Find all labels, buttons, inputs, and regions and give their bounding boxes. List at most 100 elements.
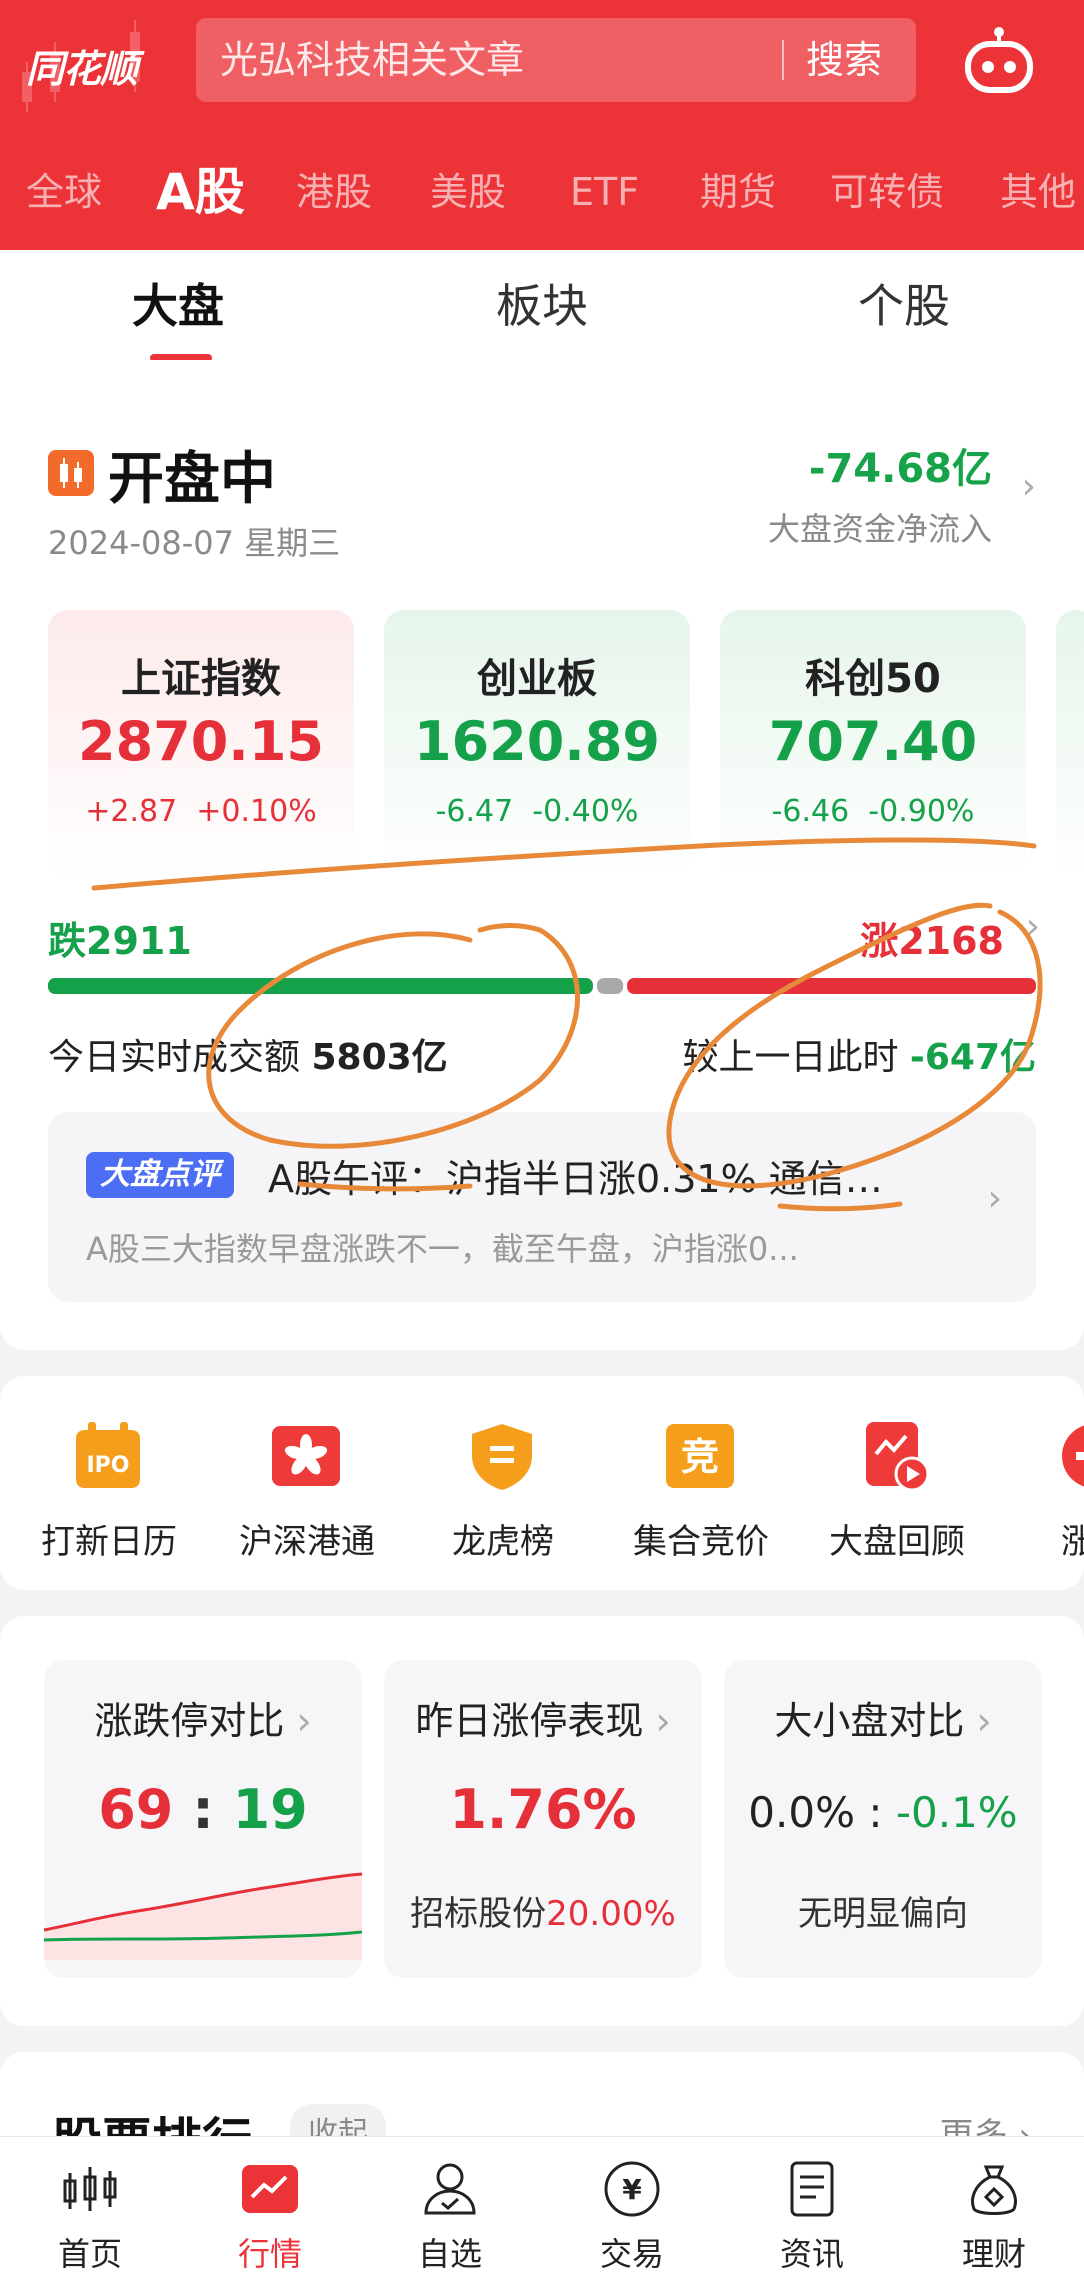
breadth-flat-segment xyxy=(596,978,624,994)
market-review-icon xyxy=(866,1422,930,1492)
size-compare-value: 0.0% : -0.1% xyxy=(748,1788,1018,1837)
tool-label: 大盘回顾 xyxy=(829,1522,965,1562)
market-date: 2024-08-07 星期三 xyxy=(48,524,341,562)
robot-assistant-icon[interactable] xyxy=(962,24,1036,98)
stat-title: 大小盘对比 › xyxy=(774,1699,992,1743)
tool-market-review[interactable]: 大盘回顾 xyxy=(802,1420,992,1570)
nav-trade[interactable]: ¥ 交易 xyxy=(572,2159,692,2279)
index-card-partial[interactable] xyxy=(1056,610,1084,880)
size-compare-card[interactable]: 大小盘对比 › 0.0% : -0.1% 无明显偏向 xyxy=(724,1660,1042,1978)
nav-news[interactable]: 资讯 xyxy=(752,2159,872,2279)
search-input[interactable]: 光弘科技相关文章 xyxy=(220,18,524,102)
nav-label: 首页 xyxy=(57,2235,122,2273)
market-comment[interactable]: 大盘点评 A股午评：沪指半日涨0.31% 通信… A股三大指数早盘涨跌不一，截至… xyxy=(48,1112,1036,1302)
market-tab-etf[interactable]: ETF xyxy=(570,152,639,232)
limit-compare-sparkline xyxy=(44,1872,362,1960)
yesterday-limit-card[interactable]: 昨日涨停表现 › 1.76% 招标股份20.00% xyxy=(384,1660,702,1978)
yesterday-limit-top-stock: 招标股份20.00% xyxy=(410,1894,676,1934)
money-bag-icon xyxy=(971,2165,1017,2215)
svg-text:¥: ¥ xyxy=(622,2173,642,2206)
nav-watchlist[interactable]: 自选 xyxy=(390,2159,510,2279)
search-bar[interactable]: 光弘科技相关文章 搜索 xyxy=(196,18,916,102)
tool-call-auction[interactable]: 竞 集合竞价 xyxy=(606,1420,796,1570)
index-card-star50[interactable]: 科创50 707.40 -6.46 -0.90% xyxy=(720,610,1026,880)
nav-label: 自选 xyxy=(417,2235,482,2273)
net-inflow-label[interactable]: 大盘资金净流入 xyxy=(768,504,992,550)
market-tab-global[interactable]: 全球 xyxy=(26,152,102,232)
index-name: 创业板 xyxy=(477,656,597,702)
nav-quotes[interactable]: 行情 xyxy=(210,2159,330,2279)
index-name: 科创50 xyxy=(805,656,941,702)
market-tab-futures[interactable]: 期货 xyxy=(700,152,776,232)
comment-badge: 大盘点评 xyxy=(86,1152,234,1198)
index-change: +2.87 +0.10% xyxy=(85,794,317,829)
document-icon xyxy=(790,2161,834,2217)
size-compare-note: 无明显偏向 xyxy=(798,1894,968,1934)
auction-icon: 竞 xyxy=(666,1424,734,1488)
nav-label: 行情 xyxy=(237,2235,302,2273)
limit-up-icon xyxy=(1062,1425,1084,1487)
shield-icon xyxy=(472,1424,532,1490)
limit-compare-value: 69 : 19 xyxy=(98,1778,308,1841)
yesterday-limit-value: 1.76% xyxy=(449,1778,637,1841)
nav-label: 理财 xyxy=(961,2235,1026,2273)
svg-text:IPO: IPO xyxy=(86,1453,129,1478)
breadth-bar xyxy=(48,978,1036,994)
chevron-right-icon[interactable]: › xyxy=(1026,906,1040,947)
market-tab-hk[interactable]: 港股 xyxy=(296,152,372,232)
turnover-compare-row: 较上一日此时 -647亿 xyxy=(682,1037,1036,1078)
search-divider xyxy=(782,40,784,80)
nav-label: 资讯 xyxy=(779,2235,844,2273)
section-tabs: 大盘 板块 个股 xyxy=(0,250,1084,362)
turnover-value: 5803亿 xyxy=(311,1037,448,1078)
tool-label: 集合竞价 xyxy=(633,1522,769,1562)
chevron-right-icon[interactable]: › xyxy=(1022,466,1036,507)
bottom-nav: 首页 行情 自选 ¥ 交易 资讯 理财 xyxy=(0,2136,1084,2290)
turnover-row: 今日实时成交额 5803亿 xyxy=(48,1037,448,1078)
ipo-calendar-icon: IPO xyxy=(76,1422,140,1488)
index-change: -6.46 -0.90% xyxy=(771,794,975,829)
tool-dragon-tiger[interactable]: 龙虎榜 xyxy=(408,1420,598,1570)
market-status: 开盘中 xyxy=(108,447,276,512)
index-card-chinext[interactable]: 创业板 1620.89 -6.47 -0.40% xyxy=(384,610,690,880)
tool-limit-up[interactable]: 涨停 xyxy=(1000,1420,1084,1570)
stats-row: 涨跌停对比 › 69 : 19 昨日涨停表现 › 1.76% 招标股份20.00… xyxy=(0,1616,1084,2026)
index-card-shanghai[interactable]: 上证指数 2870.15 +2.87 +0.10% xyxy=(48,610,354,880)
stat-title: 涨跌停对比 › xyxy=(94,1699,312,1743)
index-value: 707.40 xyxy=(768,710,978,773)
tab-stocks[interactable]: 个股 xyxy=(858,270,950,336)
tool-ipo-calendar[interactable]: IPO 打新日历 xyxy=(14,1420,204,1570)
svg-text:竞: 竞 xyxy=(681,1435,719,1479)
nav-home[interactable]: 首页 xyxy=(30,2159,150,2279)
limit-compare-card[interactable]: 涨跌停对比 › 69 : 19 xyxy=(44,1660,362,1978)
decliners-count[interactable]: 跌2911 xyxy=(48,910,192,965)
app-header: 同花顺 光弘科技相关文章 搜索 全球 A股 港股 美股 ETF 期货 可转债 其… xyxy=(0,0,1084,250)
app-logo[interactable]: 同花顺 xyxy=(26,38,138,93)
tool-label: 涨停 xyxy=(1061,1522,1084,1562)
tool-label: 打新日历 xyxy=(41,1522,177,1562)
search-button[interactable]: 搜索 xyxy=(806,18,882,102)
tab-market[interactable]: 大盘 xyxy=(132,270,224,336)
tab-sectors[interactable]: 板块 xyxy=(496,270,588,336)
yen-coin-icon: ¥ xyxy=(604,2161,660,2217)
net-inflow-value[interactable]: -74.68亿 xyxy=(809,436,992,494)
hk-flag-icon xyxy=(272,1426,340,1486)
market-tab-us[interactable]: 美股 xyxy=(430,152,506,232)
nav-label: 交易 xyxy=(599,2235,664,2273)
market-overview-card: 开盘中 2024-08-07 星期三 -74.68亿 大盘资金净流入 › 上证指… xyxy=(0,360,1084,1350)
breadth-rise-segment xyxy=(627,978,1036,994)
market-tab-convertible[interactable]: 可转债 xyxy=(830,152,944,232)
advancers-count[interactable]: 涨2168 xyxy=(860,910,1004,965)
tool-connect[interactable]: 沪深港通 xyxy=(212,1420,402,1570)
candlestick-icon xyxy=(48,450,94,496)
index-value: 1620.89 xyxy=(414,710,660,773)
market-tab-a-share[interactable]: A股 xyxy=(156,152,245,232)
candlestick-chart-icon xyxy=(63,2167,117,2211)
turnover-compare-value: -647亿 xyxy=(909,1037,1036,1078)
market-tab-other[interactable]: 其他 xyxy=(1000,152,1076,232)
nav-wealth[interactable]: 理财 xyxy=(934,2159,1054,2279)
user-check-icon xyxy=(424,2163,476,2215)
index-name: 上证指数 xyxy=(121,656,281,702)
index-value: 2870.15 xyxy=(78,710,324,773)
chevron-right-icon: › xyxy=(987,1178,1002,1219)
